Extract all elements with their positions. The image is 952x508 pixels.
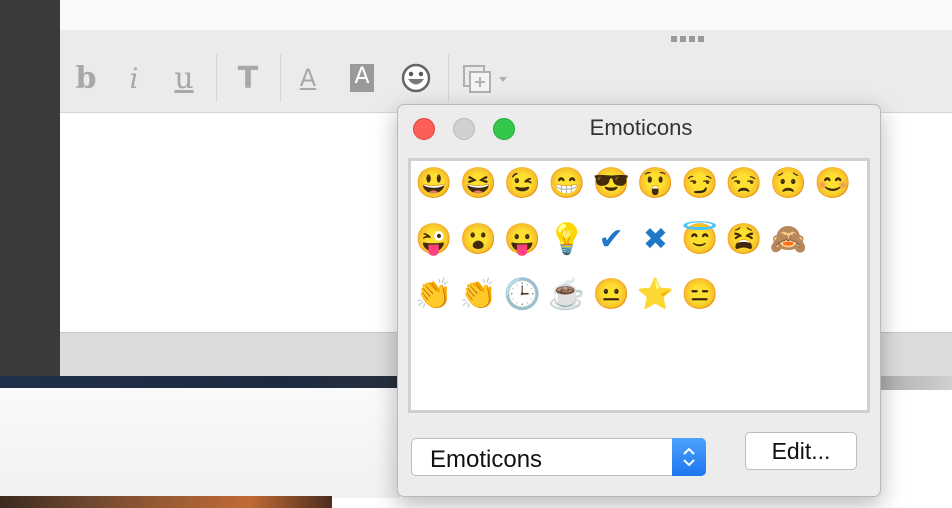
category-select[interactable]: Emoticons [411,438,706,476]
toolbar-separator [216,54,217,102]
smiley-icon [401,63,431,93]
emoticon-item[interactable]: ✖ [636,220,676,260]
emoticon-item[interactable]: 😐 [591,275,631,315]
emoticon-item[interactable]: 😑 [680,275,720,315]
emoticon-item[interactable]: 😎 [591,164,631,204]
italic-button[interactable]: i [116,58,152,98]
emoticon-item[interactable]: 😟 [768,164,808,204]
background-window [0,388,400,498]
highlight-color-label: A [350,64,374,92]
bold-button[interactable]: b [68,58,104,98]
toolbar-grip-handle[interactable] [671,36,704,42]
window-top-area [60,0,952,31]
emoticon-item[interactable]: ✔ [591,220,631,260]
insert-button[interactable] [456,58,516,98]
text-style-button[interactable]: T [228,58,268,98]
left-sidebar-strip [0,0,60,376]
window-title: Emoticons [589,115,693,140]
emoticon-item[interactable]: 😉 [503,164,543,204]
emoticon-item[interactable]: 😮 [458,220,498,260]
emoticon-item[interactable]: ☕ [547,275,587,315]
underline-button[interactable]: u [164,58,204,98]
emoticon-item[interactable]: 😃 [414,164,454,204]
emoticon-item[interactable]: 🕒 [503,275,543,315]
emoticon-item[interactable]: 😛 [503,220,543,260]
emoticon-item[interactable]: 😊 [813,164,853,204]
toolbar-separator [280,54,281,102]
emoticons-window: Emoticons 😃 😆 😉 😁 😎 😲 😏 😒 😟 😊 😜 😮 😛 💡 ✔ ✖ 😇 😫 🙈 👏 👏 🕒 ☕ 😐 ⭐ 😑 Emo… [397,104,881,497]
emoticon-item[interactable]: 🙈 [768,220,808,260]
highlight-color-button[interactable]: A [342,58,382,98]
edit-button[interactable]: Edit... [745,432,857,470]
emoticon-item[interactable]: 👏 [458,275,498,315]
category-select-value: Emoticons [430,446,543,473]
select-arrows-icon [672,438,706,476]
emoticon-item[interactable]: 👏 [414,275,454,315]
emoticon-item[interactable]: 😲 [636,164,676,204]
emoticon-button[interactable] [396,58,436,98]
emoticon-item[interactable]: 😫 [724,220,764,260]
formatting-toolbar: b i u T A A [60,30,952,113]
emoticon-item[interactable]: ⭐ [636,275,676,315]
toolbar-separator [448,54,449,102]
emoticon-grid: 😃 😆 😉 😁 😎 😲 😏 😒 😟 😊 😜 😮 😛 💡 ✔ ✖ 😇 😫 🙈 👏 👏 🕒 ☕ 😐 ⭐ 😑 [408,158,870,413]
emoticon-item[interactable]: 😜 [414,220,454,260]
emoticon-item[interactable]: 😒 [724,164,764,204]
font-color-button[interactable]: A [288,58,328,98]
emoticon-item[interactable]: 😁 [547,164,587,204]
emoticon-item[interactable]: 😆 [458,164,498,204]
emoticon-item[interactable]: 😇 [680,220,720,260]
insert-image-icon [463,65,507,93]
emoticon-item[interactable]: 💡 [547,220,587,260]
emoticon-item[interactable]: 😏 [680,164,720,204]
background-photo [0,496,332,508]
